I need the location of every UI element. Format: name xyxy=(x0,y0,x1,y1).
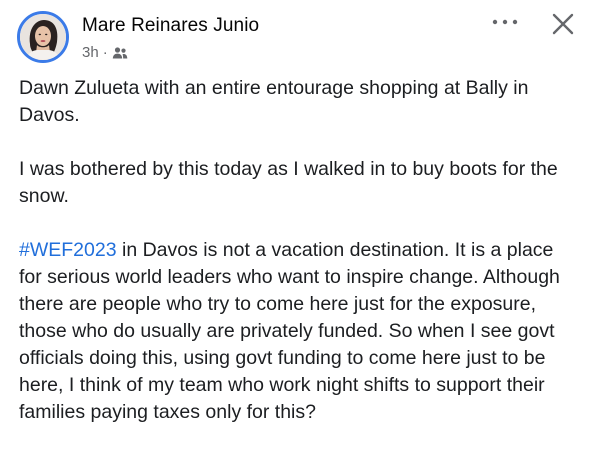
post-paragraph: #WEF2023 in Davos is not a vacation dest… xyxy=(19,237,579,426)
more-options-icon[interactable] xyxy=(490,12,520,32)
hashtag-link[interactable]: #WEF2023 xyxy=(19,239,117,261)
post-paragraph: I was bothered by this today as I walked… xyxy=(19,158,558,207)
avatar[interactable] xyxy=(17,11,69,63)
author-name[interactable]: Mare Reinares Junio xyxy=(82,15,259,37)
post-meta: 3h · xyxy=(82,44,128,61)
post-body: Dawn Zulueta with an entire entourage sh… xyxy=(19,75,579,426)
avatar-image xyxy=(20,14,66,60)
meta-separator: · xyxy=(102,44,108,61)
post-paragraph: Dawn Zulueta with an entire entourage sh… xyxy=(19,77,529,126)
friends-icon[interactable] xyxy=(112,46,128,60)
close-icon[interactable] xyxy=(548,9,578,39)
post-time[interactable]: 3h xyxy=(82,44,99,61)
post-card: Mare Reinares Junio 3h · Dawn Zulueta wi… xyxy=(0,0,591,466)
post-paragraph-text: in Davos is not a vacation destination. … xyxy=(19,239,560,423)
